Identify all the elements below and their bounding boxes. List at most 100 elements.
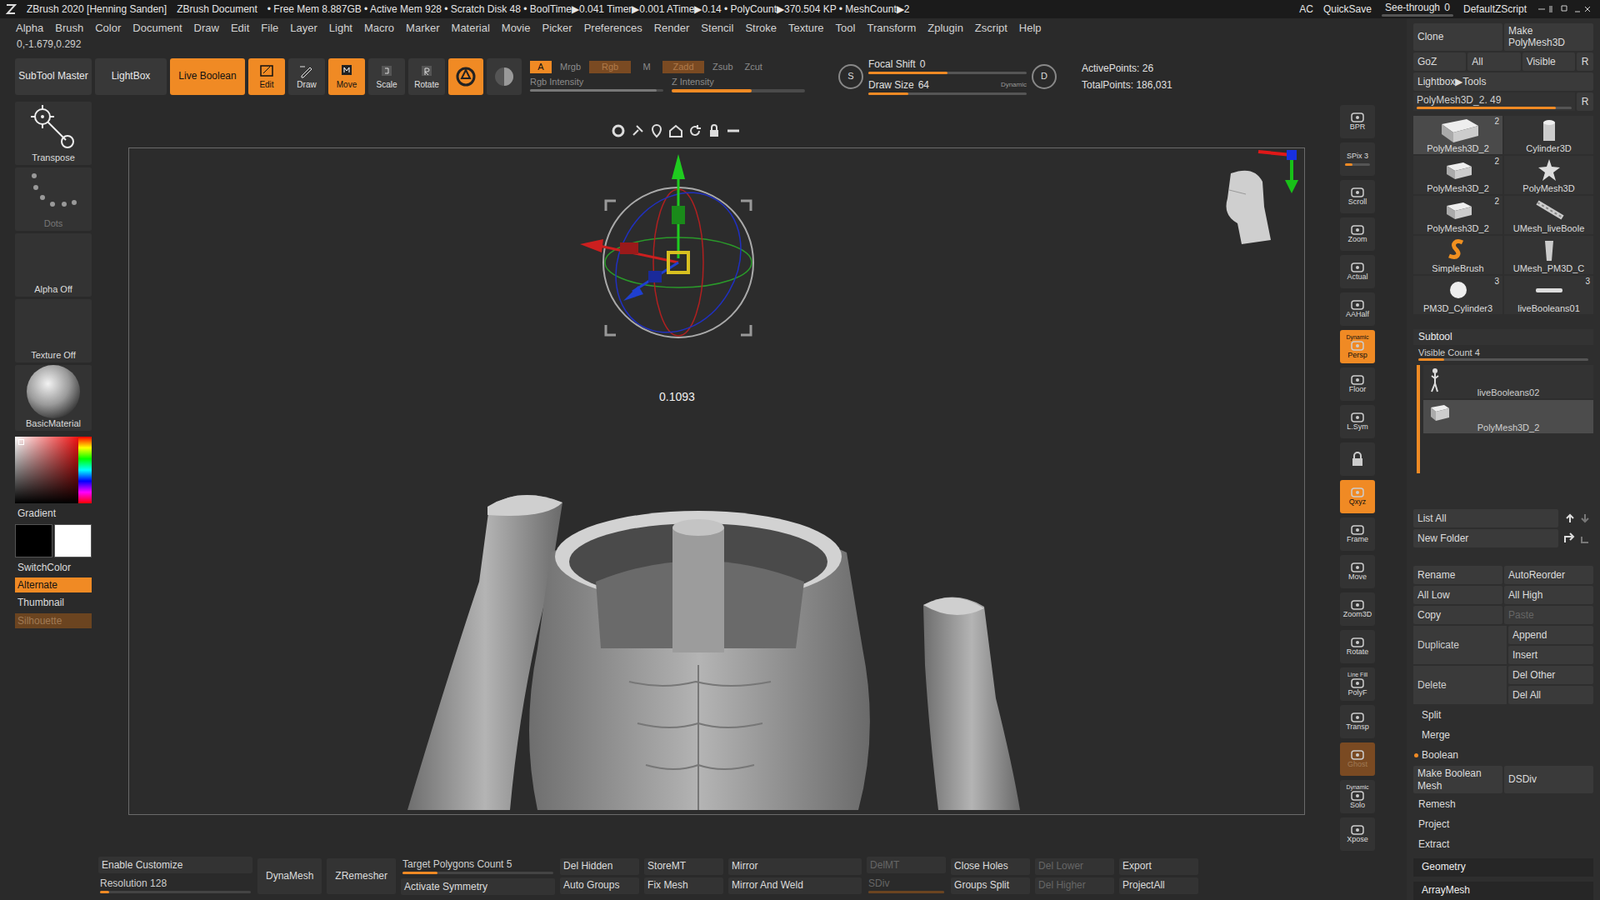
bottom-button[interactable]: Mirror And Weld (728, 877, 862, 895)
subtool-item[interactable]: liveBooleans02 (1423, 365, 1594, 399)
action-button[interactable]: Copy (1413, 605, 1503, 625)
bottom-button[interactable]: Fix Mesh (644, 877, 724, 895)
canvas-frame[interactable]: 0.1093 (128, 147, 1305, 815)
subtool-scrollbar[interactable] (1416, 365, 1420, 474)
tool-thumbnail[interactable]: 2PolyMesh3D_2 (1413, 195, 1503, 235)
bottom-button[interactable]: Enable Customize (98, 856, 253, 874)
subtool-section[interactable]: Merge (1413, 725, 1594, 745)
mode-button[interactable]: Rotate (408, 58, 445, 95)
palette-header[interactable]: Geometry (1413, 858, 1594, 877)
bottom-button[interactable]: StoreMT (644, 858, 724, 875)
left-tool-slot[interactable]: Dots (15, 167, 92, 231)
color-picker[interactable] (15, 436, 92, 504)
lightbox-button[interactable]: LightBox (95, 58, 167, 95)
right-shelf-button[interactable]: Line FillPolyF (1340, 667, 1375, 701)
right-shelf-button[interactable]: Rotate (1340, 630, 1375, 664)
right-shelf-button[interactable]: Scroll (1340, 180, 1375, 214)
quicksave-button[interactable]: QuickSave (1323, 3, 1372, 15)
mode-button[interactable]: Edit (248, 58, 285, 95)
bottom-button[interactable]: Del Lower (1035, 858, 1115, 875)
tool-button[interactable]: All (1467, 52, 1520, 71)
right-shelf-button[interactable]: L.Sym (1340, 405, 1375, 439)
tool-thumbnail[interactable]: 3liveBooleans01 (1504, 275, 1594, 315)
list-all-button[interactable]: List All (1413, 509, 1559, 528)
right-shelf-button[interactable]: Transp (1340, 705, 1375, 739)
menu-item[interactable]: Help (1013, 21, 1048, 35)
reset-button[interactable]: R (1576, 92, 1594, 111)
subtool-section[interactable]: Split (1413, 705, 1594, 725)
channel-button[interactable]: Zadd (662, 60, 705, 74)
menu-item[interactable]: Transform (860, 21, 922, 35)
subtool-item[interactable]: PolyMesh3D_2 (1423, 400, 1594, 434)
bottom-button[interactable]: Activate Symmetry (400, 878, 555, 895)
slider-track[interactable] (868, 71, 1027, 75)
new-folder-button[interactable]: New Folder (1413, 529, 1559, 548)
channel-button[interactable]: Rgb (589, 60, 631, 74)
action-button[interactable]: Del All (1508, 685, 1594, 705)
bottom-button[interactable]: Auto Groups (560, 877, 640, 895)
bottom-button[interactable]: Mirror (728, 858, 862, 875)
slider-track[interactable] (402, 871, 554, 875)
left-tool-slot[interactable]: Texture Off (15, 299, 92, 363)
right-shelf-button[interactable]: DynamicSolo (1340, 780, 1375, 814)
menu-item[interactable]: Preferences (578, 21, 649, 35)
size-key-icon[interactable]: D (1031, 64, 1057, 90)
menu-item[interactable]: File (255, 21, 285, 35)
tool-button[interactable]: R (1576, 52, 1594, 71)
action-button[interactable]: Del Other (1508, 665, 1594, 685)
menu-item[interactable]: Brush (49, 21, 90, 35)
live-boolean-button[interactable]: Live Boolean (170, 58, 245, 95)
slider-track[interactable] (530, 89, 664, 92)
tool-button[interactable]: Visible (1522, 52, 1575, 71)
slider-track[interactable] (1381, 14, 1454, 17)
menu-item[interactable]: Picker (536, 21, 579, 35)
dynamic-toggle[interactable] (448, 58, 484, 95)
menu-item[interactable]: Zscript (969, 21, 1014, 35)
right-shelf-button[interactable]: AAHalf (1340, 292, 1375, 326)
bottom-slider[interactable]: Target Polygons Count 5 (400, 856, 555, 876)
menu-item[interactable]: Material (445, 21, 496, 35)
sphere-toggle[interactable] (486, 58, 522, 95)
left-toggle[interactable]: Alternate (15, 577, 92, 593)
intensity-slider[interactable]: Rgb Intensity (530, 76, 664, 93)
right-shelf-icon[interactable] (1340, 442, 1375, 476)
right-shelf-button[interactable]: DynamicPersp (1340, 330, 1375, 364)
menu-item[interactable]: Light (323, 21, 359, 35)
intensity-slider[interactable]: Z Intensity (671, 76, 805, 93)
right-shelf-button[interactable]: Zoom (1340, 217, 1375, 251)
slider-track[interactable] (1345, 163, 1370, 166)
menu-item[interactable]: Macro (358, 21, 400, 35)
tool-button[interactable]: Make Boolean Mesh (1413, 765, 1503, 794)
menu-item[interactable]: Stroke (739, 21, 783, 35)
mode-button[interactable]: Scale (368, 58, 405, 95)
switch-color-button[interactable]: SwitchColor (15, 560, 92, 575)
action-button[interactable]: Delete (1413, 665, 1507, 705)
brush-slider[interactable]: Focal Shift0 (868, 58, 1027, 75)
secondary-color-swatch[interactable] (54, 524, 92, 558)
tool-thumbnail[interactable]: 2PolyMesh3D_2 (1413, 155, 1503, 195)
channel-button[interactable]: Zsub (709, 60, 736, 74)
bottom-slider[interactable]: Resolution 128 (98, 875, 253, 895)
subtool-master-button[interactable]: SubTool Master (15, 58, 92, 95)
channel-button[interactable]: A (530, 60, 552, 74)
focal-key-icon[interactable]: S (838, 64, 864, 90)
action-button[interactable]: Append (1508, 625, 1594, 645)
channel-button[interactable]: M (635, 60, 658, 74)
menu-item[interactable]: Render (648, 21, 696, 35)
bottom-button[interactable]: Del Higher (1035, 877, 1115, 895)
tool-button[interactable]: DSDiv (1504, 765, 1594, 794)
slider-track[interactable] (1416, 106, 1572, 110)
tool-thumbnail[interactable]: PolyMesh3D (1504, 155, 1594, 195)
current-tool-slider[interactable]: PolyMesh3D_2. 49 (1413, 92, 1575, 111)
subtool-section[interactable]: Project (1413, 815, 1594, 834)
subtool-section[interactable]: Remesh (1413, 795, 1594, 814)
action-button[interactable]: AutoReorder (1504, 565, 1594, 585)
bottom-slider[interactable]: SDiv (866, 875, 946, 895)
bottom-button[interactable]: Del Hidden (560, 858, 640, 875)
left-toggle[interactable]: Silhouette (15, 613, 92, 629)
menu-item[interactable]: Edit (225, 21, 255, 35)
slider-track[interactable] (1418, 358, 1589, 361)
bottom-button[interactable]: ProjectAll (1119, 877, 1199, 895)
channel-button[interactable]: Mrgb (556, 60, 585, 74)
tool-thumbnail[interactable]: 3PM3D_Cylinder3 (1413, 275, 1503, 315)
